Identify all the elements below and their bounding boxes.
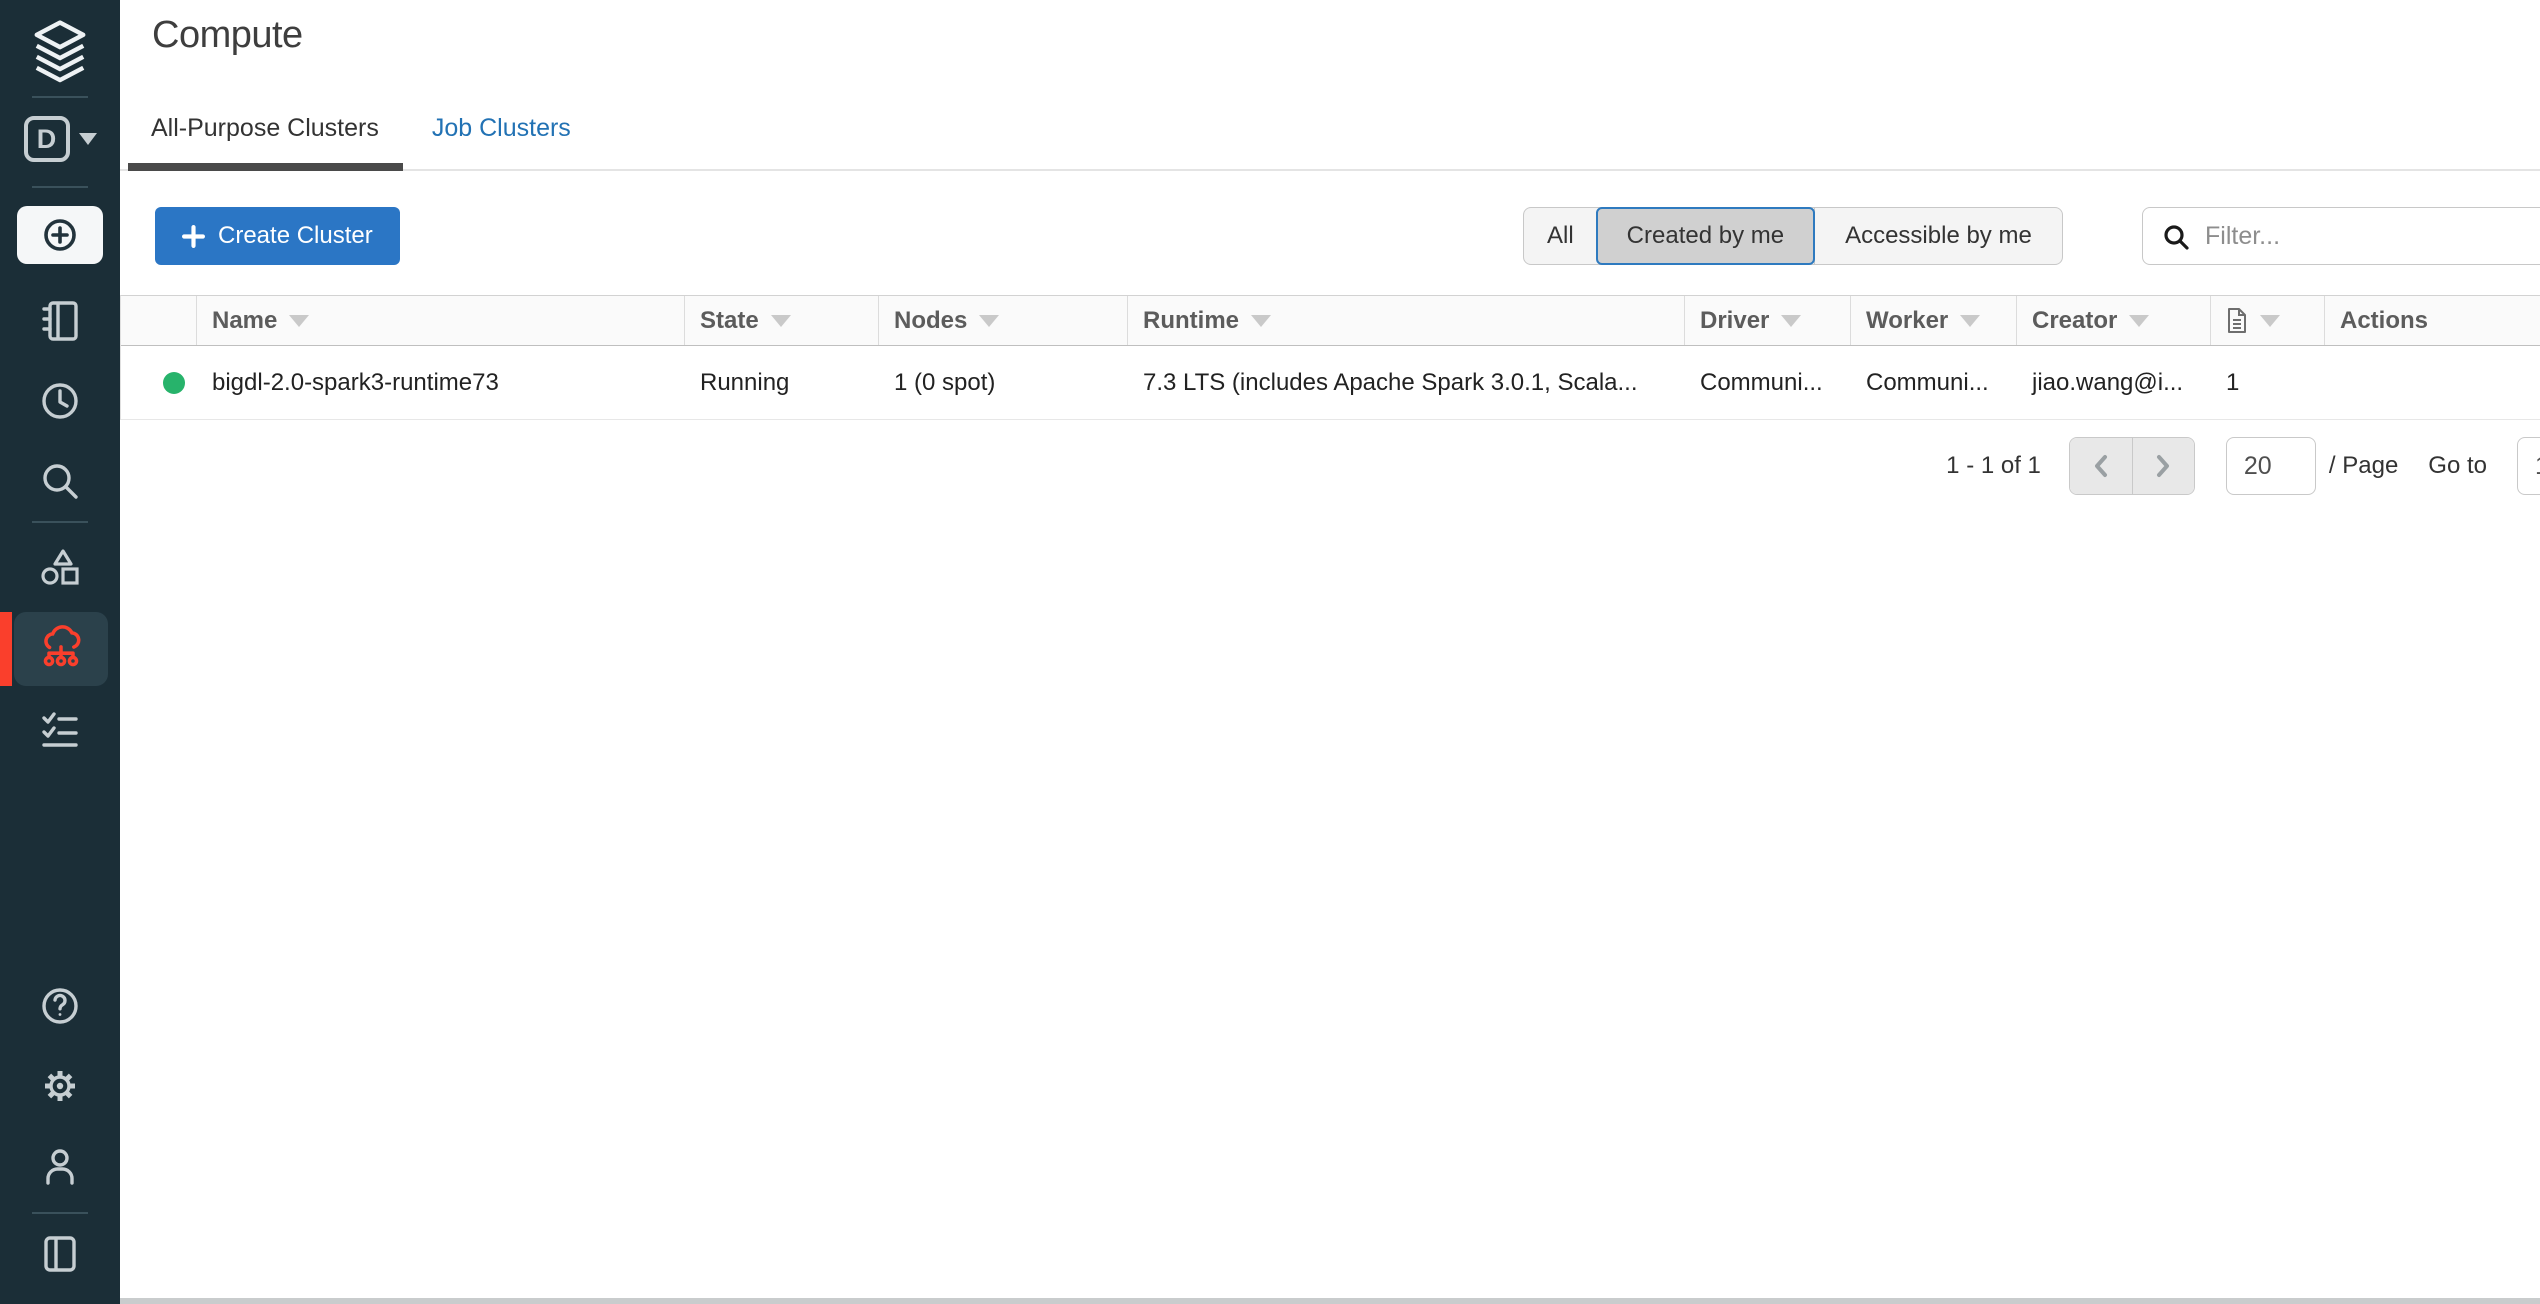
- cluster-worker: Communi...: [1851, 369, 2017, 397]
- filter-accessible-by-me-button[interactable]: Accessible by me: [1814, 208, 2062, 264]
- page-title: Compute: [152, 14, 303, 57]
- sidebar-item-workspace[interactable]: [0, 297, 120, 345]
- sidebar-divider: [32, 96, 88, 98]
- compute-cluster-icon: [36, 624, 86, 674]
- chevron-left-icon: [2090, 451, 2112, 481]
- clusters-table: Name State Nodes Runtime Driver Worker C…: [120, 295, 2540, 420]
- next-page-button[interactable]: [2132, 438, 2194, 494]
- create-cluster-label: Create Cluster: [218, 222, 373, 250]
- sidebar-item-recents[interactable]: [0, 377, 120, 425]
- checklist-icon: [36, 706, 84, 754]
- sort-arrow-icon[interactable]: [979, 315, 999, 327]
- tab-job-clusters[interactable]: Job Clusters: [409, 114, 595, 169]
- search-icon: [36, 457, 84, 505]
- gear-icon: [36, 1062, 84, 1110]
- filter-created-by-me-button[interactable]: Created by me: [1596, 207, 1815, 265]
- previous-page-button[interactable]: [2070, 438, 2132, 494]
- sidebar-item-help[interactable]: [0, 982, 120, 1030]
- panel-icon: [36, 1230, 84, 1278]
- filter-segmented-control: All Created by me Accessible by me: [1523, 207, 2063, 265]
- sidebar-item-settings[interactable]: [0, 1062, 120, 1110]
- header-driver[interactable]: Driver: [1685, 296, 1851, 345]
- sort-arrow-icon[interactable]: [289, 315, 309, 327]
- clock-icon: [36, 377, 84, 425]
- pager-buttons: [2069, 437, 2195, 495]
- plus-circle-icon: [36, 211, 84, 259]
- sort-arrow-icon[interactable]: [1251, 315, 1271, 327]
- header-notebooks[interactable]: [2211, 296, 2325, 345]
- goto-page-input[interactable]: [2517, 437, 2540, 495]
- tab-all-purpose-clusters[interactable]: All-Purpose Clusters: [128, 114, 403, 169]
- toolbar: Create Cluster All Created by me Accessi…: [120, 207, 2540, 267]
- per-page-label: / Page: [2329, 452, 2398, 480]
- header-status: [121, 296, 197, 345]
- sort-arrow-icon[interactable]: [1960, 315, 1980, 327]
- search-icon: [2161, 222, 2191, 252]
- cluster-driver: Communi...: [1685, 369, 1851, 397]
- chevron-right-icon: [2152, 451, 2174, 481]
- header-worker[interactable]: Worker: [1851, 296, 2017, 345]
- filter-search-input[interactable]: [2142, 207, 2540, 265]
- sidebar-item-search[interactable]: [0, 457, 120, 505]
- sidebar-item-collapse[interactable]: [0, 1230, 120, 1278]
- header-creator[interactable]: Creator: [2017, 296, 2211, 345]
- main-content: Compute All-Purpose Clusters Job Cluster…: [120, 0, 2540, 1304]
- filter-all-button[interactable]: All: [1524, 208, 1597, 264]
- active-item-indicator: [0, 612, 12, 686]
- sidebar: D: [0, 0, 120, 1304]
- sidebar-item-compute[interactable]: [14, 612, 108, 686]
- pagination: 1 - 1 of 1 / Page Go to: [120, 437, 2540, 495]
- header-runtime[interactable]: Runtime: [1128, 296, 1685, 345]
- shapes-icon: [36, 543, 84, 591]
- horizontal-scrollbar[interactable]: [120, 1298, 2540, 1304]
- notebook-icon: [36, 297, 84, 345]
- workspace-letter: D: [24, 116, 70, 162]
- sort-arrow-icon[interactable]: [1781, 315, 1801, 327]
- sidebar-divider: [32, 1212, 88, 1214]
- sidebar-item-models[interactable]: [0, 543, 120, 591]
- workspace-switcher[interactable]: D: [0, 112, 120, 166]
- header-name[interactable]: Name: [197, 296, 685, 345]
- document-icon: [2226, 307, 2248, 334]
- goto-label: Go to: [2428, 452, 2487, 480]
- tab-bar: All-Purpose Clusters Job Clusters: [120, 96, 2540, 171]
- create-cluster-button[interactable]: Create Cluster: [155, 207, 400, 265]
- sidebar-item-jobs[interactable]: [0, 706, 120, 754]
- header-state[interactable]: State: [685, 296, 879, 345]
- filter-search: [2142, 207, 2540, 265]
- sidebar-divider: [32, 186, 88, 188]
- cluster-creator: jiao.wang@i...: [2017, 369, 2211, 397]
- cluster-runtime: 7.3 LTS (includes Apache Spark 3.0.1, Sc…: [1128, 369, 1685, 397]
- page-size-input[interactable]: [2226, 437, 2316, 495]
- chevron-down-icon: [79, 133, 97, 145]
- table-header-row: Name State Nodes Runtime Driver Worker C…: [121, 296, 2540, 346]
- sidebar-item-account[interactable]: [0, 1142, 120, 1190]
- sort-arrow-icon[interactable]: [771, 315, 791, 327]
- sidebar-item-create[interactable]: [17, 206, 103, 264]
- sort-arrow-icon[interactable]: [2260, 315, 2280, 327]
- plus-icon: [182, 225, 205, 248]
- status-running-icon: [163, 372, 185, 394]
- pagination-range: 1 - 1 of 1: [1946, 452, 2041, 480]
- cluster-status-cell: [121, 372, 197, 394]
- cluster-name[interactable]: bigdl-2.0-spark3-runtime73: [197, 369, 685, 397]
- cluster-state: Running: [685, 369, 879, 397]
- databricks-logo-icon[interactable]: [0, 16, 120, 86]
- table-row-cluster[interactable]: bigdl-2.0-spark3-runtime73 Running 1 (0 …: [121, 346, 2540, 420]
- sort-arrow-icon[interactable]: [2129, 315, 2149, 327]
- cluster-nodes: 1 (0 spot): [879, 369, 1128, 397]
- header-nodes[interactable]: Nodes: [879, 296, 1128, 345]
- sidebar-divider: [32, 521, 88, 523]
- header-actions: Actions: [2325, 296, 2540, 345]
- help-icon: [36, 982, 84, 1030]
- user-icon: [36, 1142, 84, 1190]
- cluster-notebooks-count: 1: [2211, 369, 2325, 397]
